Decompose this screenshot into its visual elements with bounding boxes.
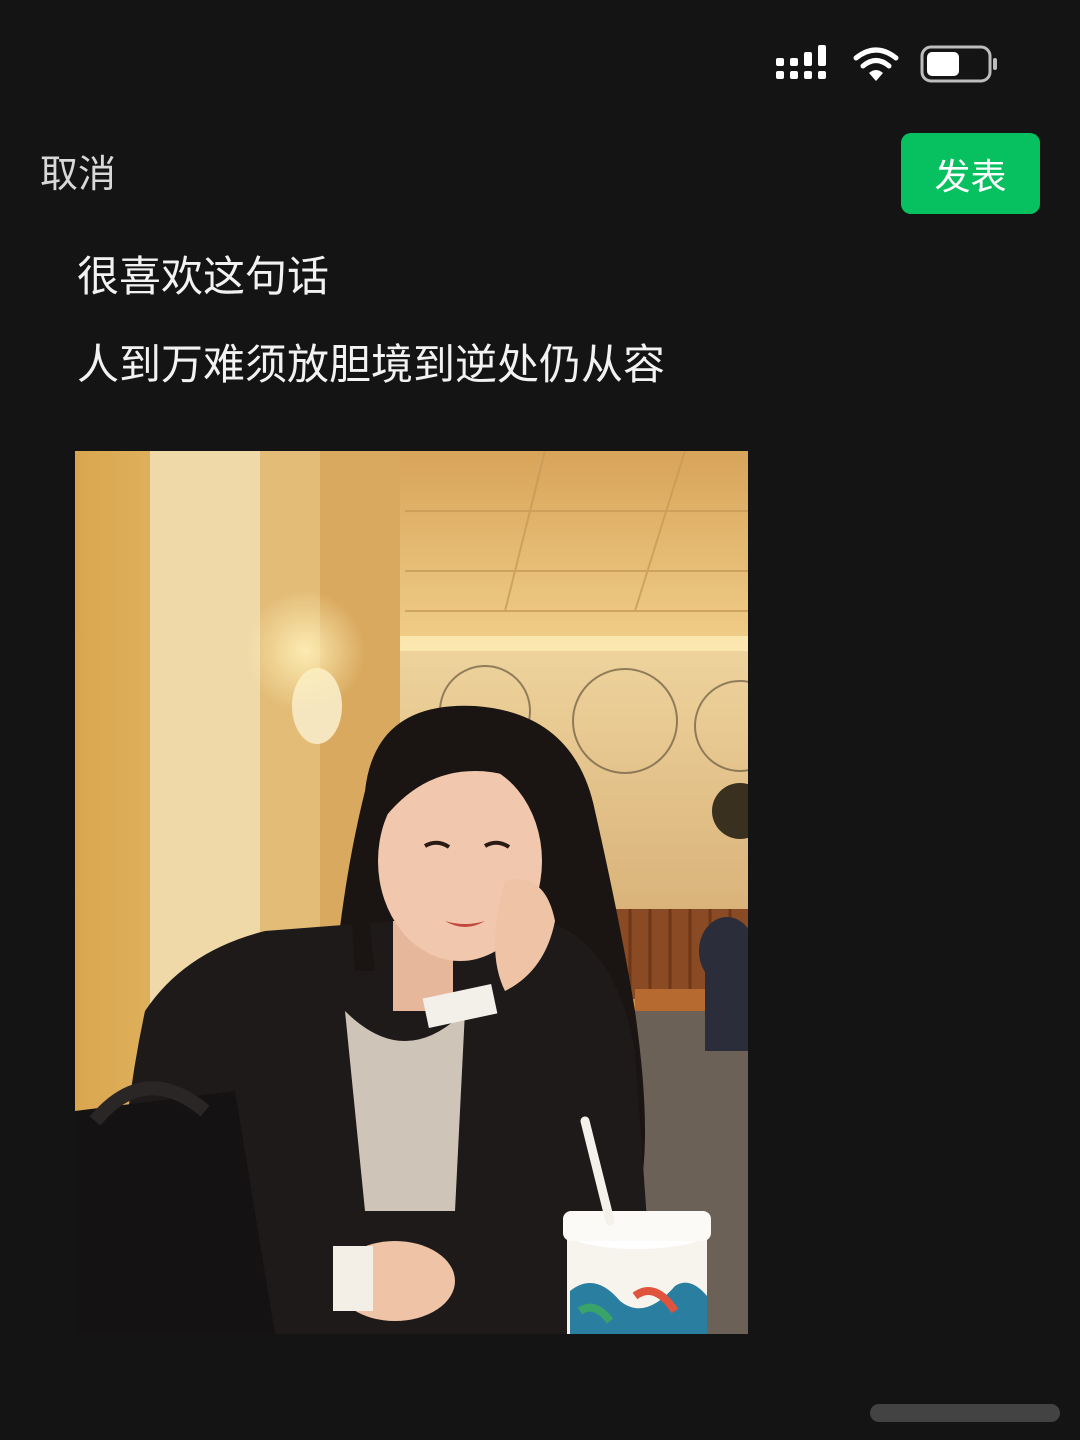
status-bar — [776, 40, 1000, 88]
wifi-icon — [853, 47, 899, 81]
photo-illustration — [75, 451, 748, 1334]
post-text-line: 很喜欢这句话 — [77, 252, 330, 301]
post-text-line: 人到万难须放胆境到逆处仍从容 — [77, 340, 666, 389]
watermark-icon — [870, 1404, 1060, 1422]
battery-icon — [920, 45, 997, 83]
attached-photo[interactable] — [75, 451, 748, 1334]
cancel-button[interactable]: 取消 — [40, 146, 116, 202]
signal-icon — [776, 45, 826, 79]
post-text-content[interactable]: 很喜欢这句话 人到万难须放胆境到逆处仍从容 — [77, 246, 977, 396]
publish-button[interactable]: 发表 — [901, 133, 1040, 214]
